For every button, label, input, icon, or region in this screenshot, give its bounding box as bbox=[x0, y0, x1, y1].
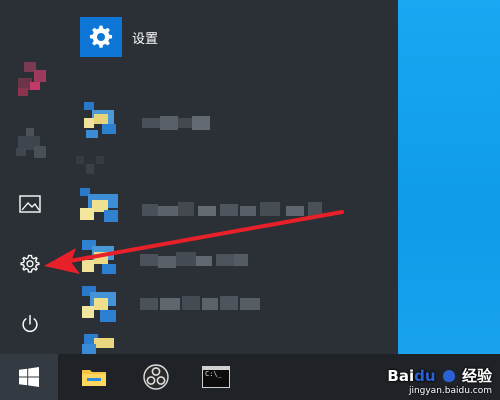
taskbar: C:\_ Baidu 经验 jingyan.baidu.com bbox=[0, 354, 500, 400]
app-list-scrollbar[interactable] bbox=[453, 40, 457, 330]
user-avatar-button[interactable] bbox=[8, 62, 52, 98]
obs-studio-icon bbox=[143, 364, 169, 390]
user-avatar-icon bbox=[12, 62, 48, 98]
pictures-icon bbox=[19, 195, 41, 213]
obs-taskbar-button[interactable] bbox=[134, 354, 178, 400]
watermark-brand: Baidu 经验 bbox=[387, 367, 492, 385]
settings-app-item[interactable]: 设置 bbox=[80, 16, 158, 58]
pictures-button[interactable] bbox=[8, 186, 52, 222]
command-prompt-icon: C:\_ bbox=[202, 366, 230, 388]
blurred-app-item[interactable] bbox=[80, 96, 240, 146]
power-button[interactable] bbox=[8, 306, 52, 342]
documents-icon bbox=[12, 126, 48, 162]
settings-gear-icon bbox=[20, 254, 40, 273]
settings-rail-button[interactable] bbox=[8, 246, 52, 282]
start-menu: 设置 bbox=[0, 0, 398, 354]
screen: 设置 C:\_ Baidu 经验 jingyan.baidu.com bbox=[0, 0, 500, 400]
blurred-app-item[interactable] bbox=[80, 186, 380, 232]
command-prompt-taskbar-button[interactable]: C:\_ bbox=[194, 354, 238, 400]
file-explorer-icon bbox=[82, 370, 106, 386]
power-icon bbox=[22, 315, 38, 333]
watermark-url: jingyan.baidu.com bbox=[408, 386, 492, 396]
desktop-wallpaper bbox=[398, 0, 500, 354]
baidu-paw-icon bbox=[442, 370, 455, 382]
start-button[interactable] bbox=[0, 354, 58, 400]
settings-label: 设置 bbox=[132, 31, 159, 47]
baidu-jingyan-watermark: Baidu 经验 jingyan.baidu.com bbox=[387, 365, 492, 396]
settings-tile bbox=[80, 17, 122, 57]
blurred-app-item[interactable] bbox=[80, 332, 220, 354]
app-list: 设置 bbox=[62, 0, 398, 354]
command-prompt-label: C:\_ bbox=[205, 370, 222, 378]
blurred-app-item[interactable] bbox=[80, 236, 280, 282]
gear-icon bbox=[89, 25, 113, 48]
documents-button[interactable] bbox=[8, 126, 52, 162]
file-explorer-taskbar-button[interactable] bbox=[72, 354, 116, 400]
start-menu-rail bbox=[0, 0, 62, 354]
blurred-app-item[interactable] bbox=[80, 284, 300, 330]
blurred-divider bbox=[76, 152, 106, 182]
windows-start-icon bbox=[19, 367, 39, 387]
